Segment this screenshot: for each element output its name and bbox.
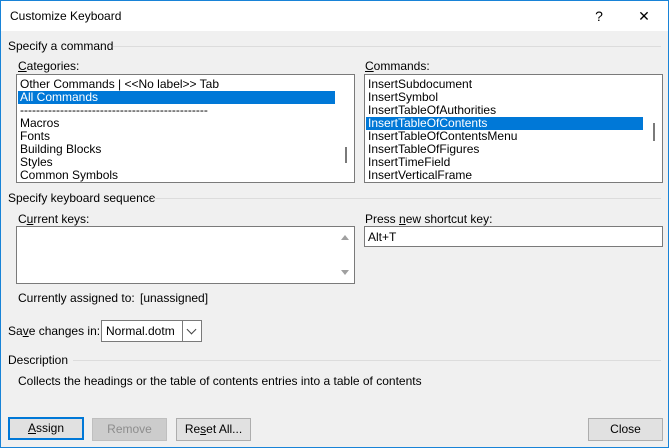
save-changes-label: Save changes in: — [8, 324, 101, 338]
currently-assigned-value: [unassigned] — [140, 291, 209, 305]
select-divider — [182, 321, 183, 341]
current-keys-label: Current keys: — [18, 212, 90, 226]
chevron-down-icon[interactable] — [186, 324, 197, 335]
remove-button[interactable]: Remove — [92, 418, 167, 441]
dialog-title: Customize Keyboard — [10, 9, 122, 23]
help-icon: ? — [595, 8, 603, 24]
close-window-button[interactable]: ✕ — [621, 1, 667, 31]
specify-command-heading: Specify a command — [8, 39, 114, 53]
reset-all-button[interactable]: Reset All... — [176, 418, 251, 441]
currently-assigned-label: Currently assigned to: — [18, 291, 135, 305]
close-icon: ✕ — [638, 8, 650, 24]
new-shortcut-value: Alt+T — [368, 230, 397, 244]
description-text: Collects the headings or the table of co… — [18, 374, 422, 388]
close-button[interactable]: Close — [588, 418, 663, 441]
save-changes-select[interactable]: Normal.dotm — [101, 320, 202, 342]
categories-scrollbar[interactable] — [337, 75, 354, 182]
divider — [73, 360, 661, 361]
commands-listbox[interactable]: InsertSubdocument InsertSymbol InsertTab… — [364, 74, 663, 183]
commands-scrollbar[interactable] — [645, 75, 662, 182]
scroll-down-icon[interactable] — [341, 270, 349, 275]
title-bar: Customize Keyboard ? ✕ — [1, 1, 668, 31]
press-new-shortcut-label: Press new shortcut key: — [365, 212, 493, 226]
save-changes-value: Normal.dotm — [106, 324, 175, 338]
command-item[interactable]: InsertVerticalFrame — [368, 169, 472, 182]
description-heading: Description — [8, 353, 69, 367]
dialog-content: Specify a command Categories: Other Comm… — [1, 31, 668, 447]
current-keys-scrollbar[interactable] — [337, 227, 354, 283]
divider — [113, 46, 661, 47]
scroll-thumb[interactable] — [345, 147, 347, 163]
keyboard-sequence-heading: Specify keyboard sequence — [8, 191, 156, 205]
categories-label: Categories: — [18, 59, 80, 73]
categories-listbox[interactable]: Other Commands | <<No label>> Tab All Co… — [16, 74, 355, 183]
customize-keyboard-dialog: Customize Keyboard ? ✕ Specify a command… — [0, 0, 669, 448]
scroll-up-icon[interactable] — [341, 235, 349, 240]
help-button[interactable]: ? — [576, 1, 622, 31]
divider — [153, 198, 661, 199]
assign-button[interactable]: Assign — [8, 417, 84, 440]
new-shortcut-input[interactable]: Alt+T — [364, 226, 663, 247]
commands-label: Commands: — [365, 59, 430, 73]
current-keys-listbox[interactable] — [16, 226, 355, 284]
category-item[interactable]: Common Symbols — [20, 169, 118, 182]
scroll-thumb[interactable] — [653, 123, 655, 141]
